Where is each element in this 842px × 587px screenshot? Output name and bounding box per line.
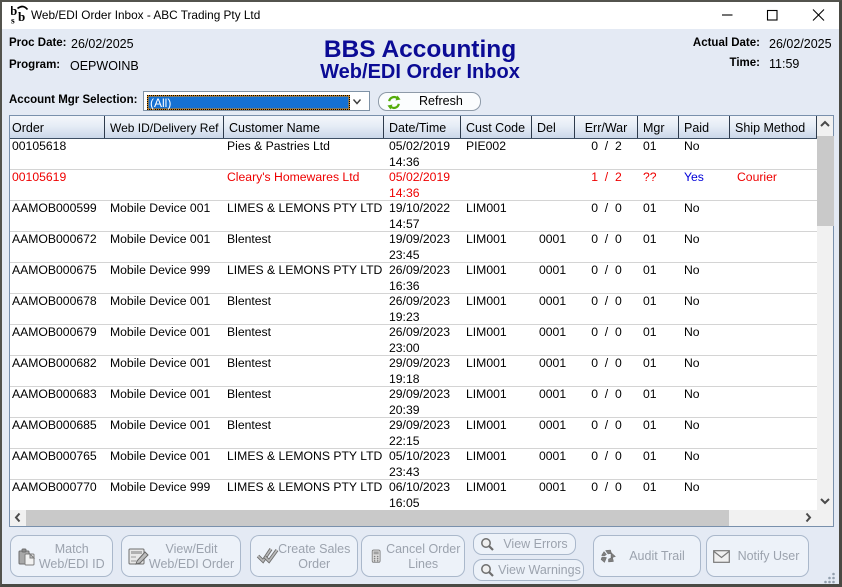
svg-text:s: s <box>11 17 15 25</box>
svg-text:b: b <box>18 9 25 24</box>
